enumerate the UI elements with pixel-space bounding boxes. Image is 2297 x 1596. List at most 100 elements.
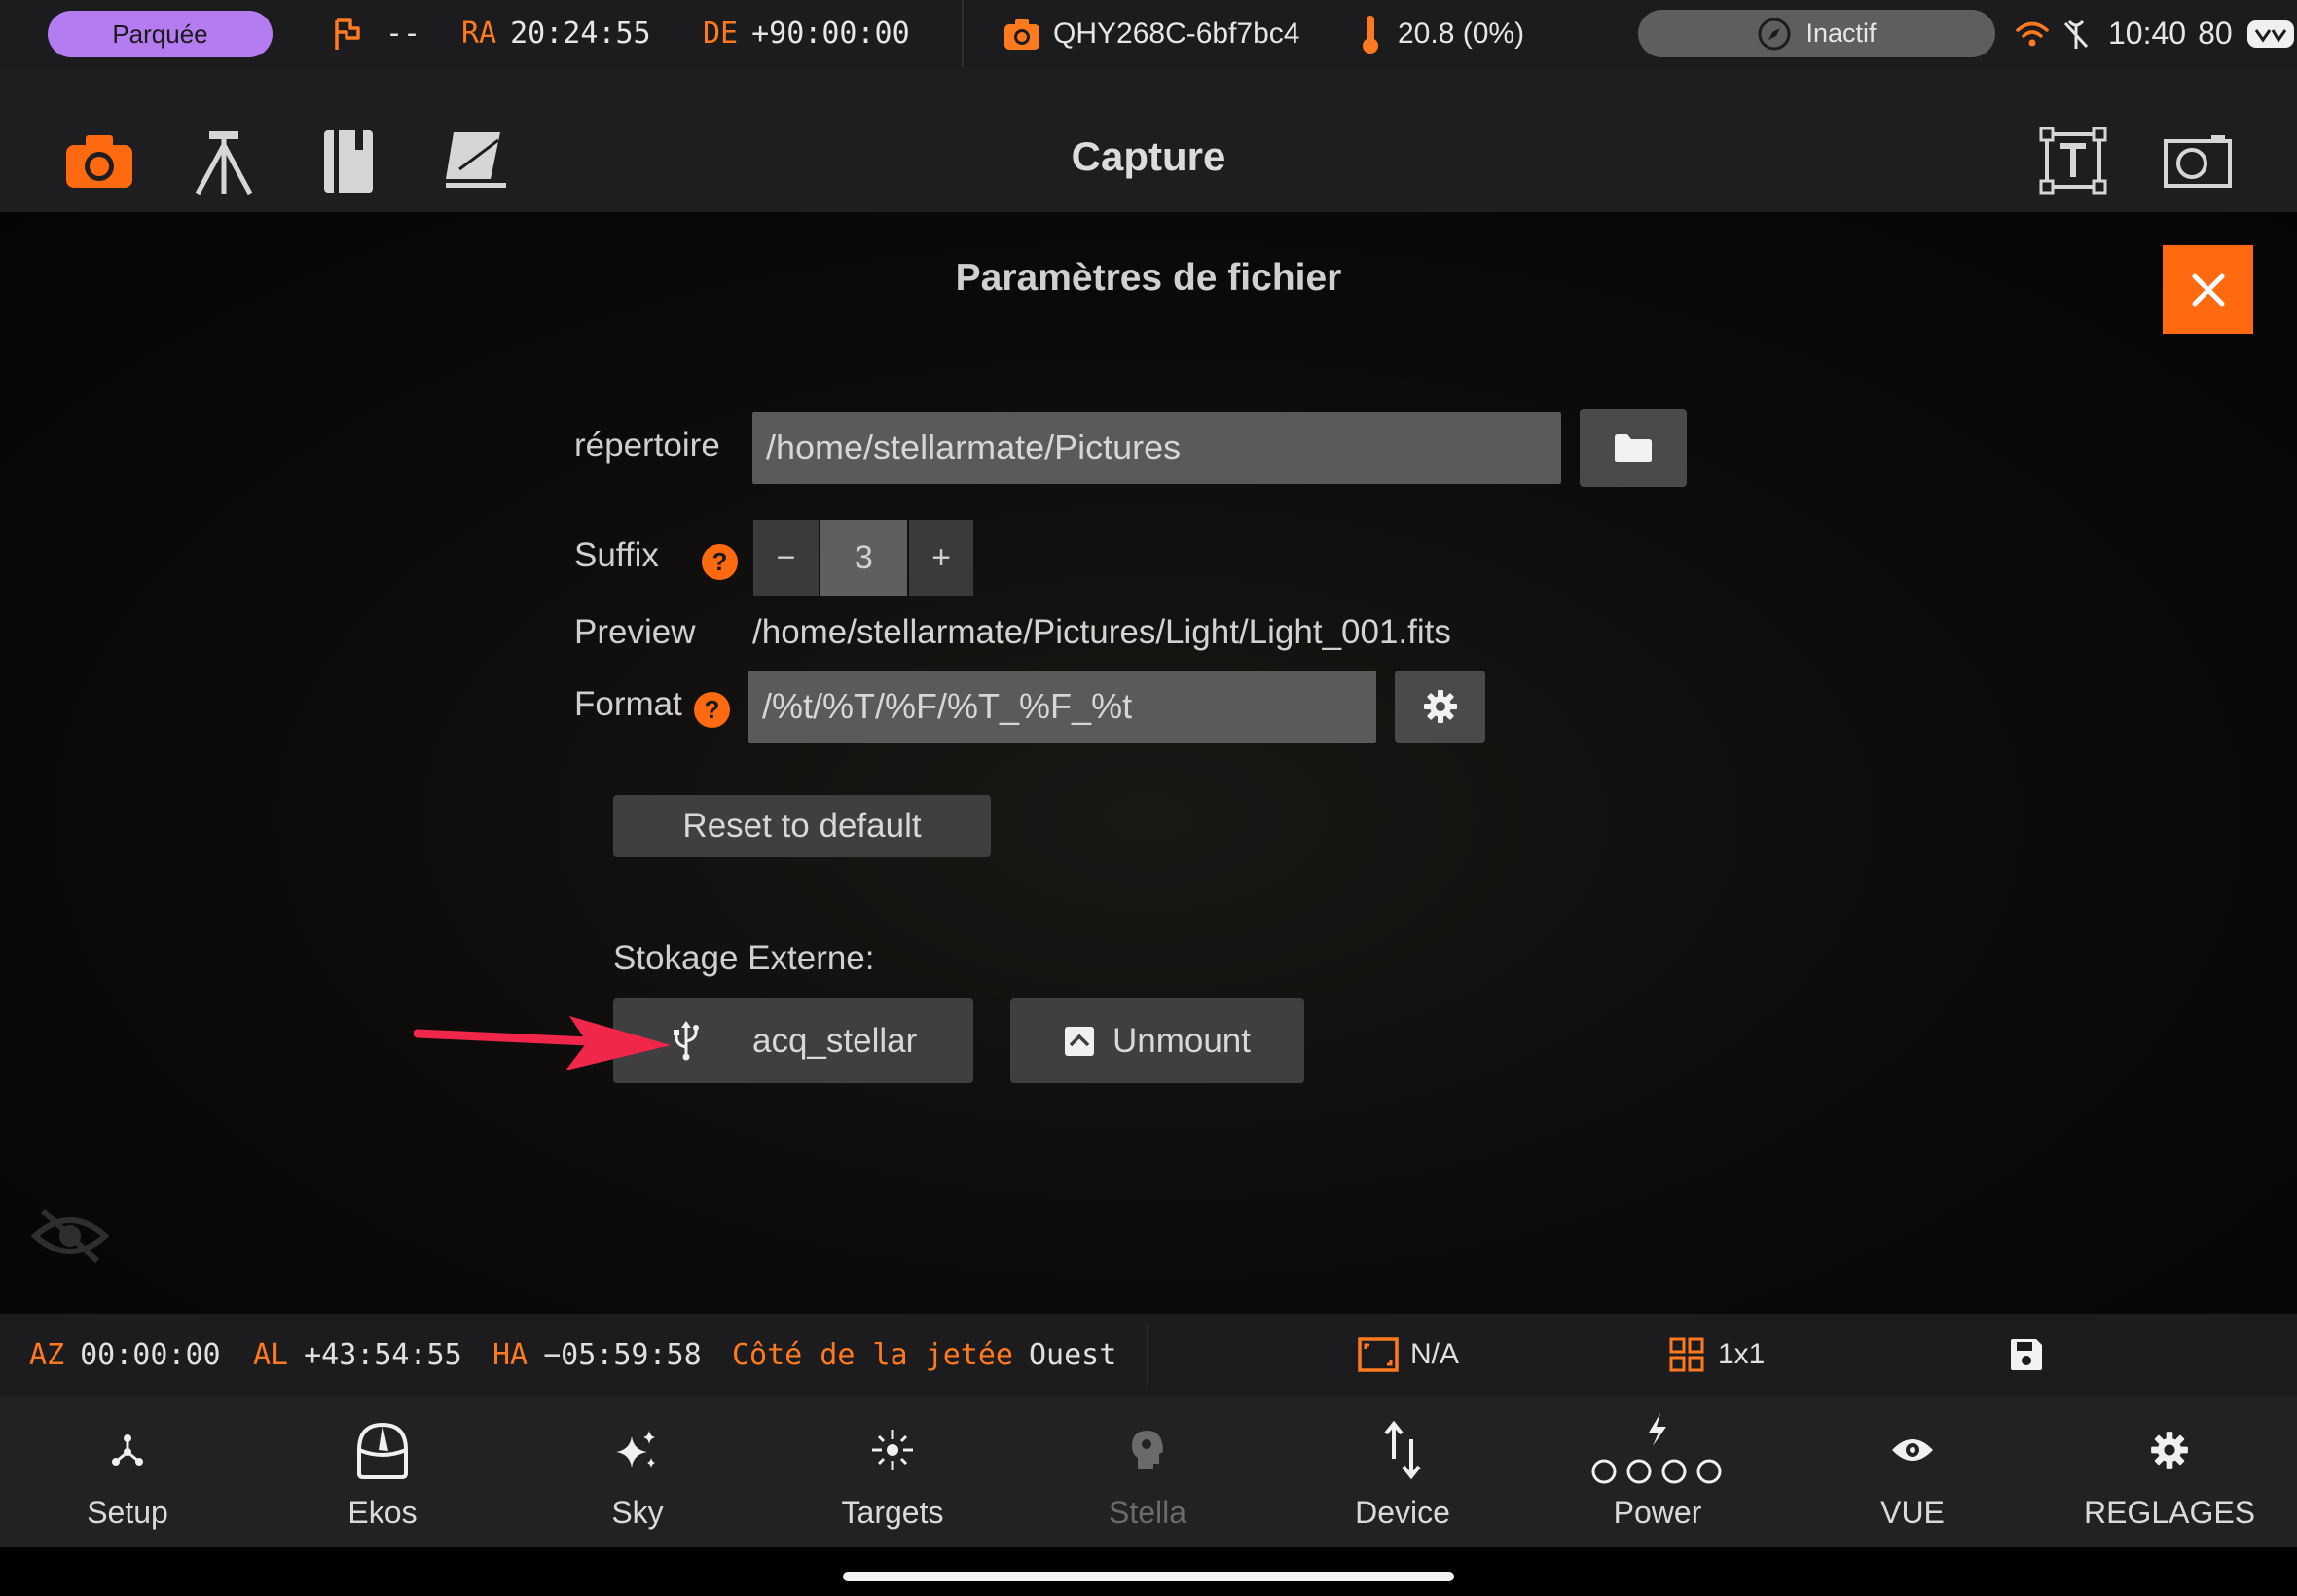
format-help-icon[interactable]: ? [694, 692, 730, 728]
ha-label: HA [492, 1337, 529, 1372]
nav-setup[interactable]: Setup [0, 1396, 255, 1547]
screenshot-icon [2164, 135, 2232, 188]
az-value: 00:00:00 [80, 1337, 221, 1372]
eye-off-icon [30, 1208, 110, 1264]
gear-icon [1423, 690, 1457, 723]
az-readout: AZ 00:00:00 [29, 1314, 221, 1396]
page-title: Capture [1071, 133, 1226, 179]
reset-default-button[interactable]: Reset to default [613, 795, 991, 857]
format-settings-button[interactable] [1395, 671, 1485, 743]
nav-sky[interactable]: Sky [510, 1396, 765, 1547]
text-frame-icon [2039, 127, 2107, 195]
vr-indicator [2246, 16, 2295, 53]
bottom-navigation: Setup Ekos Sky Targets Stella Device Pow… [0, 1396, 2297, 1547]
clock: 10:40 80 [2108, 10, 2233, 57]
nav-power[interactable]: Power [1530, 1396, 1785, 1547]
eye-icon [1892, 1439, 1933, 1461]
suffix-help-icon[interactable]: ? [702, 544, 738, 580]
preview-path: /home/stellarmate/Pictures/Light/Light_0… [752, 613, 1451, 651]
temperature-value: 20.8 (0%) [1398, 17, 1525, 50]
hide-overlay-button[interactable] [29, 1205, 111, 1267]
nav-sky-label: Sky [611, 1495, 664, 1530]
text-frame-button[interactable] [2036, 124, 2110, 198]
antenna-indicator [2061, 10, 2091, 57]
nav-stella[interactable]: Stella [1020, 1396, 1275, 1547]
info-divider [1147, 1324, 1148, 1386]
de-value: +90:00:00 [751, 17, 910, 51]
close-button[interactable] [2163, 245, 2253, 334]
capture-toolbar: Capture [0, 67, 2297, 212]
vr-headset-icon [2247, 20, 2294, 48]
guide-status-badge[interactable]: Inactif [1638, 10, 1995, 57]
directory-input[interactable]: /home/stellarmate/Pictures [752, 412, 1561, 484]
unmount-button[interactable]: Unmount [1010, 998, 1304, 1083]
mount-value: -- [385, 17, 421, 51]
device-arrows-icon [1384, 1420, 1421, 1480]
al-label: AL [253, 1337, 289, 1372]
nav-targets[interactable]: Targets [765, 1396, 1020, 1547]
de-label: DE [703, 17, 739, 51]
save-button[interactable] [2009, 1314, 2044, 1396]
dialog-title: Paramètres de fichier [955, 257, 1342, 299]
status-bar: Parquée -- RA 20:24:55 DE +90:00:00 QHY2… [0, 0, 2297, 67]
nav-vue[interactable]: VUE [1785, 1396, 2040, 1547]
power-icon [1591, 1413, 1722, 1484]
folder-icon [1615, 434, 1652, 462]
grid-icon [1669, 1337, 1704, 1372]
reset-default-label: Reset to default [682, 807, 922, 845]
suffix-label: Suffix [574, 536, 659, 574]
gear-icon [2151, 1432, 2188, 1469]
camera-indicator[interactable]: QHY268C-6bf7bc4 [1003, 10, 1299, 57]
browse-folder-button[interactable] [1580, 409, 1687, 487]
clock-time: 10:40 [2108, 16, 2187, 51]
binning-value: 1x1 [1718, 1338, 1766, 1370]
mount-status-text: Parquée [112, 18, 208, 49]
nav-device-label: Device [1355, 1495, 1450, 1530]
suffix-decrement-button[interactable]: − [753, 520, 819, 596]
pier-side-value: Ouest [1028, 1337, 1117, 1372]
ra-readout: RA 20:24:55 [461, 10, 651, 57]
telescope-info-bar: AZ 00:00:00 AL +43:54:55 HA −05:59:58 Côté … [0, 1314, 2297, 1396]
temperature-indicator: 20.8 (0%) [1359, 10, 1524, 57]
binning-indicator[interactable]: 1x1 [1669, 1314, 1765, 1396]
az-label: AZ [29, 1337, 65, 1372]
format-label: Format [574, 685, 682, 723]
camera-name: QHY268C-6bf7bc4 [1053, 17, 1300, 50]
nav-targets-label: Targets [841, 1495, 944, 1530]
camera-icon [1004, 18, 1039, 50]
frame-indicator[interactable]: N/A [1358, 1314, 1459, 1396]
mount-status-badge[interactable]: Parquée [48, 11, 273, 57]
preview-label: Preview [574, 613, 696, 651]
nav-power-label: Power [1613, 1495, 1702, 1530]
ha-value: −05:59:58 [543, 1337, 702, 1372]
brain-icon [1132, 1431, 1163, 1469]
nav-ekos[interactable]: Ekos [255, 1396, 510, 1547]
format-input[interactable]: /%t/%T/%F/%T_%F_%t [748, 671, 1376, 743]
home-indicator[interactable] [843, 1572, 1454, 1581]
nav-setup-label: Setup [87, 1495, 168, 1530]
nav-reglages[interactable]: REGLAGES [2042, 1396, 2297, 1547]
nav-stella-label: Stella [1108, 1495, 1187, 1530]
close-icon [2192, 273, 2224, 306]
suffix-value[interactable]: 3 [820, 520, 907, 596]
no-signal-icon [2063, 19, 2089, 49]
eject-icon [1064, 1026, 1094, 1056]
status-divider [962, 0, 964, 67]
wifi-indicator [2015, 10, 2050, 57]
ra-value: 20:24:55 [510, 17, 651, 51]
observatory-icon [357, 1422, 408, 1479]
pier-side-label: Côté de la jetée [732, 1337, 1013, 1372]
nav-device[interactable]: Device [1275, 1396, 1530, 1547]
suffix-increment-button[interactable]: + [909, 520, 973, 596]
thermometer-icon [1363, 15, 1378, 54]
wifi-icon [2016, 21, 2049, 46]
nav-vue-label: VUE [1880, 1495, 1945, 1530]
annotation-arrow-icon [414, 1016, 671, 1070]
frame-value: N/A [1410, 1338, 1460, 1370]
external-storage-label: Stokage Externe: [613, 939, 875, 977]
pier-side-readout: Côté de la jetée Ouest [732, 1314, 1116, 1396]
nav-reglages-label: REGLAGES [2083, 1495, 2256, 1530]
unmount-label: Unmount [1112, 1021, 1252, 1060]
screenshot-button[interactable] [2161, 124, 2235, 198]
directory-label: répertoire [574, 426, 720, 464]
